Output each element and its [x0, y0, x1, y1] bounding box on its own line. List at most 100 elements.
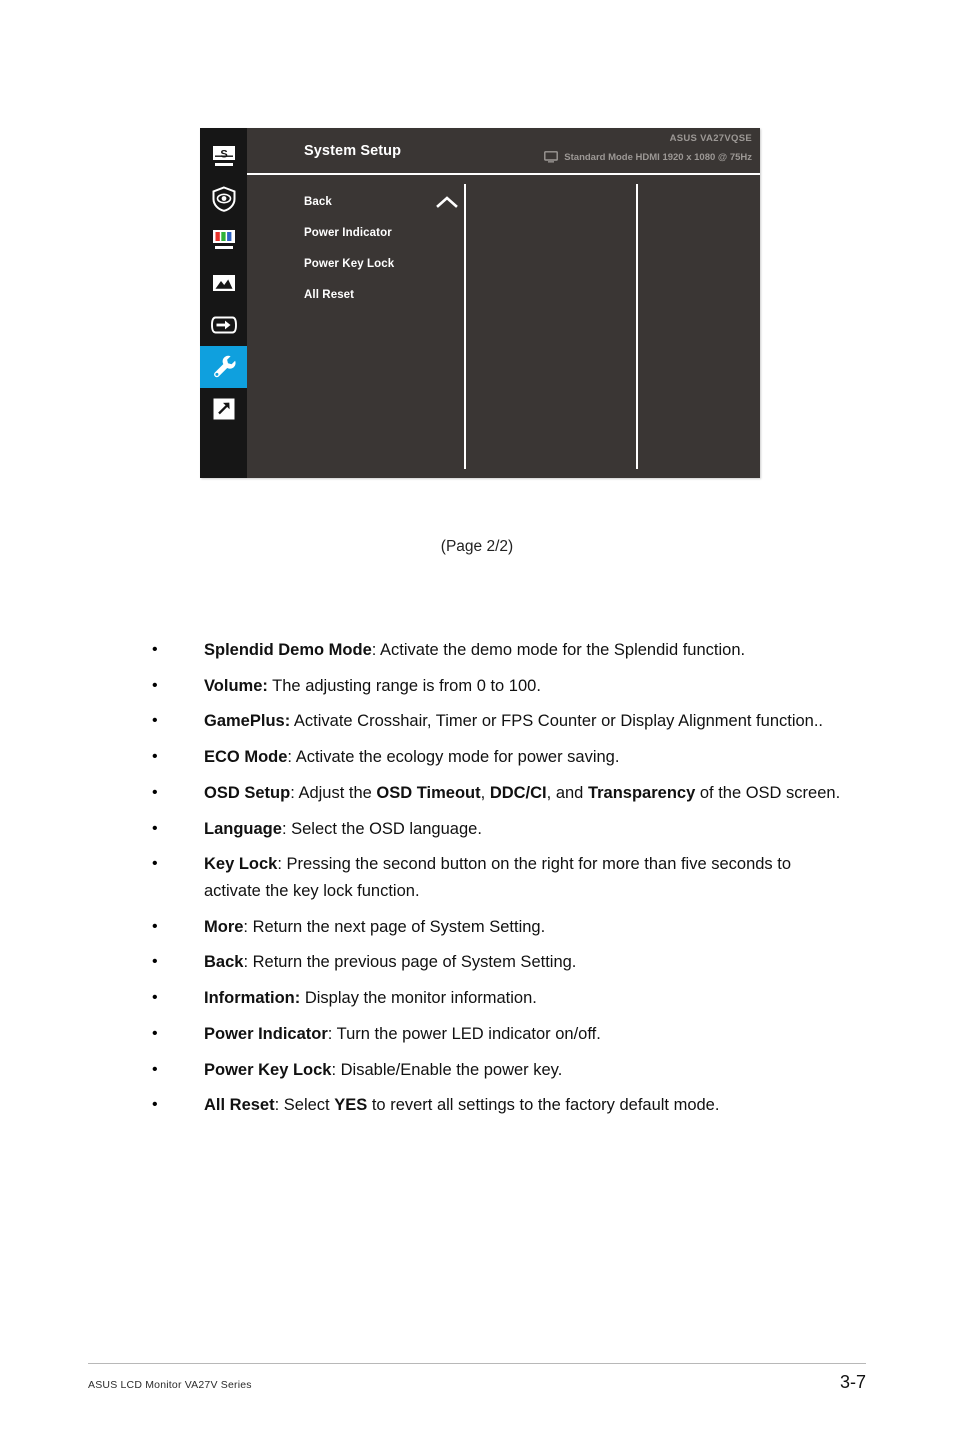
bullet-marker: •	[152, 989, 158, 1007]
list-item-desc: Activate Crosshair, Timer or FPS Counter…	[293, 712, 824, 731]
list-item-term: Splendid Demo Mode	[204, 641, 372, 659]
input-select-icon	[210, 315, 238, 335]
osd-menu-item-back[interactable]: Back	[304, 186, 466, 217]
sidebar-item-input-select[interactable]	[200, 304, 247, 346]
list-item-text: Information: Display the monitor informa…	[204, 985, 852, 1012]
list-item: • Volume: The adjusting range is from 0 …	[152, 673, 852, 700]
bullet-marker: •	[152, 855, 158, 873]
list-item-desc: Return the previous page of System Setti…	[252, 953, 577, 972]
sidebar-item-shortcut[interactable]	[200, 388, 247, 430]
list-item-term: All Reset	[204, 1096, 275, 1115]
bullet-marker: •	[152, 917, 158, 935]
sidebar-item-splendid[interactable]: S	[200, 136, 247, 178]
list-item-sep: :	[327, 1024, 337, 1043]
splendid-icon: S	[211, 145, 237, 169]
list-item: • Back: Return the previous page of Syst…	[152, 949, 852, 976]
list-item-desc: Return the next page of System Setting.	[252, 917, 546, 936]
sidebar-item-eyecare[interactable]	[200, 178, 247, 220]
list-item-text: Volume: The adjusting range is from 0 to…	[204, 673, 852, 700]
list-item-term: ECO Mode	[204, 748, 288, 767]
shortcut-arrow-icon	[212, 397, 236, 421]
list-item-sep: :	[281, 819, 292, 838]
list-item-sep: :	[243, 917, 253, 936]
list-item: • Splendid Demo Mode: Activate the demo …	[152, 637, 852, 664]
list-item-term: OSD Setup	[204, 783, 291, 802]
list-item-mid-1: ,	[480, 783, 490, 802]
list-item-desc: Activate the ecology mode for power savi…	[295, 748, 620, 767]
list-item-text: Back: Return the previous page of System…	[204, 949, 852, 976]
sidebar-item-image[interactable]	[200, 262, 247, 304]
list-item: • Language: Select the OSD language.	[152, 816, 852, 843]
list-item-tail: to revert all settings to the factory de…	[367, 1096, 720, 1115]
list-item: • OSD Setup: Adjust the OSD Timeout, DDC…	[152, 780, 852, 807]
list-item-desc: Pressing the second button on the right …	[204, 855, 792, 901]
list-item-text: Language: Select the OSD language.	[204, 816, 852, 843]
osd-menu-item-label: All Reset	[304, 288, 355, 301]
sidebar-item-system-setup[interactable]	[200, 346, 247, 388]
osd-menu-item-power-key-lock[interactable]: Power Key Lock	[304, 248, 466, 279]
list-item-text: Power Key Lock: Disable/Enable the power…	[204, 1057, 852, 1084]
list-item-sep: :	[243, 953, 253, 972]
list-item-desc: Display the monitor information.	[304, 989, 537, 1008]
osd-screenshot-panel: S System Setup ASUS VA27VQSE Standard Mo…	[200, 128, 760, 478]
list-item-desc: The adjusting range is from 0 to 100.	[272, 676, 541, 695]
list-item-desc: Select	[283, 1096, 335, 1115]
osd-menu-item-all-reset[interactable]: All Reset	[304, 279, 466, 310]
osd-column-divider-2	[636, 184, 638, 469]
wrench-icon	[211, 354, 237, 380]
osd-column-divider-1	[464, 184, 466, 469]
sidebar-item-color[interactable]	[200, 220, 247, 262]
bullet-marker: •	[152, 1096, 158, 1114]
list-item-term: Power Key Lock	[204, 1060, 332, 1079]
list-item-text: More: Return the next page of System Set…	[204, 914, 852, 941]
osd-main-area: System Setup ASUS VA27VQSE Standard Mode…	[247, 128, 760, 478]
osd-menu-list: Back Power Indicator Power Key Lock All …	[304, 186, 466, 310]
footer-product-label: ASUS LCD Monitor VA27V Series	[88, 1379, 252, 1391]
list-item: • GamePlus: Activate Crosshair, Timer or…	[152, 708, 852, 735]
svg-text:S: S	[220, 149, 227, 161]
list-item-text: All Reset: Select YES to revert all sett…	[204, 1092, 852, 1119]
list-item-text: ECO Mode: Activate the ecology mode for …	[204, 744, 852, 771]
list-item-bold-1: YES	[334, 1096, 368, 1115]
image-icon	[211, 272, 237, 294]
list-item: • Information: Display the monitor infor…	[152, 985, 852, 1012]
footer-divider	[88, 1363, 866, 1364]
list-item-tail: of the OSD screen.	[695, 783, 841, 802]
list-item-bold-1: OSD Timeout	[376, 783, 481, 802]
list-item-text: OSD Setup: Adjust the OSD Timeout, DDC/C…	[204, 780, 852, 807]
list-item: • Power Indicator: Turn the power LED in…	[152, 1021, 852, 1048]
list-item-bold-2: DDC/CI	[489, 783, 547, 802]
color-bars-icon	[211, 229, 237, 253]
bullet-marker: •	[152, 1060, 158, 1078]
list-item: • More: Return the next page of System S…	[152, 914, 852, 941]
list-item-sep: :	[274, 1096, 284, 1115]
chevron-up-icon[interactable]	[436, 195, 466, 208]
osd-page-title: System Setup	[304, 143, 402, 159]
list-item-text: Power Indicator: Turn the power LED indi…	[204, 1021, 852, 1048]
feature-description-list: • Splendid Demo Mode: Activate the demo …	[152, 637, 852, 1128]
osd-menu-item-power-indicator[interactable]: Power Indicator	[304, 217, 466, 248]
osd-header: System Setup ASUS VA27VQSE Standard Mode…	[247, 128, 760, 175]
osd-mode-info: Standard Mode HDMI 1920 x 1080 @ 75Hz	[544, 151, 752, 163]
page-number: 3-7	[839, 1372, 866, 1392]
list-item-term: GamePlus:	[204, 712, 291, 731]
osd-menu-item-label: Power Indicator	[304, 226, 392, 239]
list-item-sep: :	[331, 1060, 341, 1079]
list-item-term: Language	[204, 819, 282, 838]
list-item: • Key Lock: Pressing the second button o…	[152, 851, 852, 904]
bullet-marker: •	[152, 748, 158, 766]
list-item-text: Splendid Demo Mode: Activate the demo mo…	[204, 637, 852, 664]
bullet-marker: •	[152, 676, 158, 694]
osd-mode-text: Standard Mode HDMI 1920 x 1080 @ 75Hz	[564, 151, 752, 163]
list-item-sep: :	[277, 855, 287, 874]
list-item-text: Key Lock: Pressing the second button on …	[204, 851, 852, 904]
list-item-sep: :	[371, 641, 381, 659]
list-item-bold-3: Transparency	[587, 783, 696, 802]
list-item-term: Volume:	[204, 676, 268, 695]
list-item-term: Back	[204, 953, 244, 972]
osd-model-label: ASUS VA27VQSE	[669, 133, 752, 144]
eyecare-shield-icon	[211, 186, 237, 212]
osd-body: Back Power Indicator Power Key Lock All …	[247, 175, 760, 478]
list-item-desc: Turn the power LED indicator on/off.	[336, 1024, 601, 1043]
bullet-marker: •	[152, 783, 158, 801]
